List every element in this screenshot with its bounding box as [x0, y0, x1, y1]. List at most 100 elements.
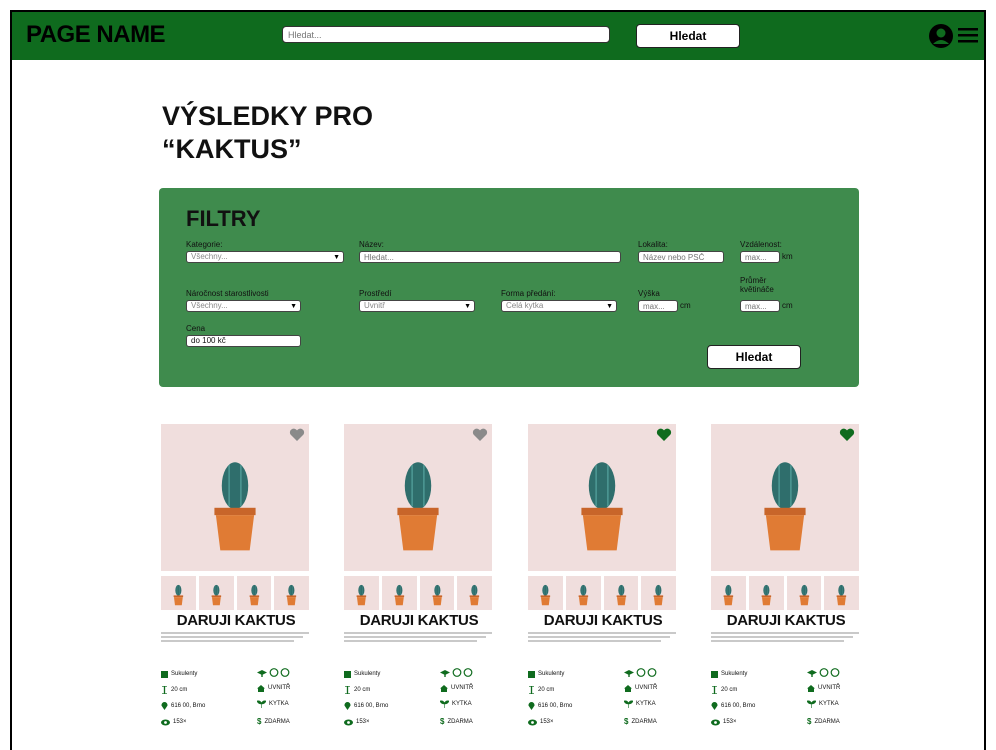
- ruler-icon: [712, 686, 717, 694]
- product-thumbnail[interactable]: [344, 576, 379, 610]
- product-title[interactable]: DARUJI KAKTUS: [711, 612, 861, 629]
- product-title[interactable]: DARUJI KAKTUS: [161, 612, 311, 629]
- spec-location: 616 00, Brno: [161, 702, 205, 710]
- plant-sprout-icon: [624, 700, 633, 708]
- product-thumbnail[interactable]: [198, 576, 234, 610]
- thumbnail-strip: [161, 576, 309, 610]
- pot-diameter-unit: cm: [782, 301, 793, 310]
- spec-size-text: 20 cm: [538, 687, 555, 693]
- plant-sprout-icon: [807, 700, 816, 708]
- heart-icon[interactable]: [472, 428, 488, 442]
- page-title-line-2: “KAKTUS”: [162, 134, 302, 164]
- product-image[interactable]: [711, 424, 859, 571]
- distance-unit: km: [782, 252, 793, 261]
- spec-environment-text: UVNITŘ: [268, 685, 291, 691]
- product-thumbnail[interactable]: [457, 576, 492, 610]
- product-thumbnail[interactable]: [711, 576, 746, 610]
- pot-diameter-label: Průměr květináče: [740, 276, 774, 294]
- location-pin-icon: [161, 702, 168, 710]
- heart-icon[interactable]: [656, 428, 672, 442]
- search-input[interactable]: [282, 26, 610, 43]
- heart-icon[interactable]: [289, 428, 305, 442]
- handover-form-label: Forma předání:: [501, 289, 556, 298]
- name-input[interactable]: [359, 251, 621, 263]
- spec-location-text: 616 00, Brno: [538, 703, 573, 709]
- spec-care-level: [257, 668, 291, 677]
- product-title[interactable]: DARUJI KAKTUS: [528, 612, 678, 629]
- spec-care-level: [807, 668, 841, 677]
- care-level-icons: [440, 668, 473, 677]
- spec-price-text: ZDARMA: [447, 719, 473, 725]
- pot-diameter-label-line-2: květináče: [740, 285, 774, 294]
- care-difficulty-select[interactable]: Všechny... ▼: [186, 300, 301, 312]
- spec-views-text: 153×: [723, 719, 737, 725]
- filter-search-button[interactable]: Hledat: [707, 345, 801, 369]
- house-icon: [257, 684, 265, 692]
- page-name-logo[interactable]: PAGE NAME: [26, 21, 166, 49]
- environment-select[interactable]: Uvnitř ▼: [359, 300, 475, 312]
- product-thumbnail[interactable]: [274, 576, 309, 610]
- chevron-down-icon: ▼: [606, 303, 613, 310]
- heart-icon[interactable]: [839, 428, 855, 442]
- spec-form: KYTKA: [440, 700, 472, 708]
- category-label: Kategorie:: [186, 240, 223, 249]
- spec-environment-text: UVNITŘ: [635, 685, 658, 691]
- spec-size-text: 20 cm: [721, 687, 738, 693]
- product-thumbnail[interactable]: [565, 576, 601, 610]
- product-image[interactable]: [161, 424, 309, 571]
- product-thumbnail[interactable]: [748, 576, 784, 610]
- product-thumbnail[interactable]: [236, 576, 272, 610]
- spec-price: $ ZDARMA: [257, 718, 290, 726]
- user-circle-icon[interactable]: [928, 23, 954, 49]
- page-title: VÝSLEDKY PRO “KAKTUS”: [162, 100, 373, 166]
- product-thumbnail[interactable]: [786, 576, 822, 610]
- house-icon: [440, 684, 448, 692]
- category-select[interactable]: Všechny... ▼: [186, 251, 344, 263]
- plant-sprout-icon: [440, 700, 449, 708]
- spec-location: 616 00, Brno: [344, 702, 388, 710]
- ruler-icon: [345, 686, 350, 694]
- spec-views: 153×: [161, 718, 187, 726]
- distance-input[interactable]: [740, 251, 780, 263]
- product-thumbnail[interactable]: [641, 576, 676, 610]
- care-difficulty-label: Náročnost starostlivosti: [186, 289, 269, 298]
- product-thumbnail[interactable]: [824, 576, 859, 610]
- eye-icon: [161, 719, 170, 725]
- environment-label: Prostředí: [359, 289, 392, 298]
- spec-category-text: Sukulenty: [354, 671, 381, 677]
- product-thumbnail[interactable]: [161, 576, 196, 610]
- hamburger-menu-icon[interactable]: [958, 26, 978, 44]
- location-input[interactable]: [638, 251, 724, 263]
- spec-price-text: ZDARMA: [814, 719, 840, 725]
- page-title-line-1: VÝSLEDKY PRO: [162, 101, 374, 131]
- description-placeholder: [528, 632, 676, 644]
- product-thumbnail[interactable]: [419, 576, 455, 610]
- spec-views: 153×: [711, 718, 737, 726]
- top-navigation-bar: PAGE NAME Hledat: [12, 12, 984, 60]
- product-image[interactable]: [344, 424, 492, 571]
- spec-price: $ ZDARMA: [624, 718, 657, 726]
- pot-diameter-input[interactable]: [740, 300, 780, 312]
- product-thumbnail[interactable]: [603, 576, 639, 610]
- spec-form: KYTKA: [624, 700, 656, 708]
- location-pin-icon: [528, 702, 535, 710]
- handover-form-select[interactable]: Celá kytka ▼: [501, 300, 617, 312]
- height-input[interactable]: [638, 300, 678, 312]
- plant-icon: [344, 671, 351, 678]
- search-button[interactable]: Hledat: [636, 24, 740, 48]
- product-thumbnail[interactable]: [528, 576, 563, 610]
- product-title[interactable]: DARUJI KAKTUS: [344, 612, 494, 629]
- spec-environment-text: UVNITŘ: [451, 685, 474, 691]
- spec-form-text: KYTKA: [819, 701, 839, 707]
- handover-form-select-value: Celá kytka: [506, 301, 544, 310]
- price-input[interactable]: do 100 kč: [186, 335, 301, 347]
- spec-views: 153×: [528, 718, 554, 726]
- location-pin-icon: [711, 702, 718, 710]
- spec-views-text: 153×: [540, 719, 554, 725]
- spec-location-text: 616 00, Brno: [721, 703, 756, 709]
- product-thumbnail[interactable]: [381, 576, 417, 610]
- spec-size: 20 cm: [528, 686, 554, 694]
- product-image[interactable]: [528, 424, 676, 571]
- spec-form: KYTKA: [257, 700, 289, 708]
- spec-environment-text: UVNITŘ: [818, 685, 841, 691]
